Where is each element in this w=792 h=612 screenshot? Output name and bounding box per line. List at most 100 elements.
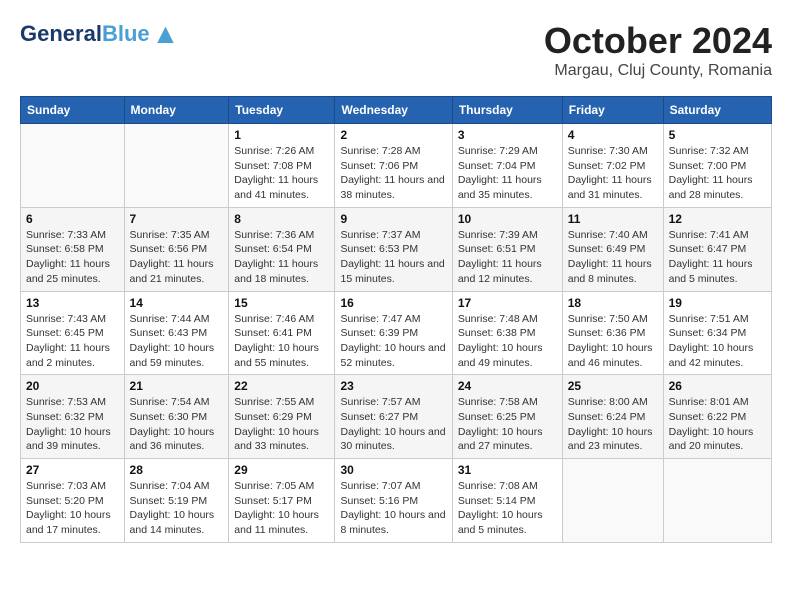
day-number: 26 — [669, 379, 766, 393]
calendar-cell: 17 Sunrise: 7:48 AMSunset: 6:38 PMDayligh… — [452, 291, 562, 375]
day-number: 20 — [26, 379, 119, 393]
logo-bird-icon: ▲ — [152, 20, 180, 48]
calendar-cell: 9Sunrise: 7:37 AMSunset: 6:53 PMDaylight… — [335, 207, 452, 291]
day-number: 16 — [340, 296, 446, 310]
calendar-cell: 15 Sunrise: 7:46 AMSunset: 6:41 PMDayligh… — [229, 291, 335, 375]
calendar-cell: 1Sunrise: 7:26 AMSunset: 7:08 PMDaylight… — [229, 124, 335, 208]
calendar-cell: 10 Sunrise: 7:39 AMSunset: 6:51 PMDayligh… — [452, 207, 562, 291]
calendar-cell: 13 Sunrise: 7:43 AMSunset: 6:45 PMDayligh… — [21, 291, 125, 375]
day-info: Sunrise: 7:28 AMSunset: 7:06 PMDaylight:… — [340, 144, 446, 203]
calendar-cell: 24Sunrise: 7:58 AMSunset: 6:25 PMDayligh… — [452, 375, 562, 459]
day-number: 11 — [568, 212, 658, 226]
day-info: Sunrise: 7:53 AMSunset: 6:32 PMDaylight:… — [26, 395, 119, 454]
calendar-cell: 8Sunrise: 7:36 AMSunset: 6:54 PMDaylight… — [229, 207, 335, 291]
calendar-cell: 20 Sunrise: 7:53 AMSunset: 6:32 PMDayligh… — [21, 375, 125, 459]
day-info: Sunrise: 7:55 AMSunset: 6:29 PMDaylight:… — [234, 395, 329, 454]
calendar-cell: 23 Sunrise: 7:57 AMSunset: 6:27 PMDayligh… — [335, 375, 452, 459]
day-info: Sunrise: 7:32 AMSunset: 7:00 PMDaylight:… — [669, 144, 766, 203]
day-info: Sunrise: 8:01 AMSunset: 6:22 PMDaylight:… — [669, 395, 766, 454]
calendar-title: October 2024 — [544, 20, 772, 62]
day-number: 30 — [340, 463, 446, 477]
day-number: 2 — [340, 128, 446, 142]
day-info: Sunrise: 7:07 AMSunset: 5:16 PMDaylight:… — [340, 479, 446, 538]
day-number: 3 — [458, 128, 557, 142]
weekday-header-friday: Friday — [562, 97, 663, 124]
day-number: 12 — [669, 212, 766, 226]
calendar-week-row: 20 Sunrise: 7:53 AMSunset: 6:32 PMDayligh… — [21, 375, 772, 459]
day-info: Sunrise: 7:39 AMSunset: 6:51 PMDaylight:… — [458, 228, 557, 287]
day-number: 25 — [568, 379, 658, 393]
day-number: 27 — [26, 463, 119, 477]
day-info: Sunrise: 7:47 AMSunset: 6:39 PMDaylight:… — [340, 312, 446, 371]
page-header: GeneralBlue ▲ October 2024 Margau, Cluj … — [20, 20, 772, 80]
day-number: 29 — [234, 463, 329, 477]
calendar-week-row: 27 Sunrise: 7:03 AMSunset: 5:20 PMDayligh… — [21, 459, 772, 543]
calendar-cell: 18 Sunrise: 7:50 AMSunset: 6:36 PMDayligh… — [562, 291, 663, 375]
calendar-cell: 19Sunrise: 7:51 AMSunset: 6:34 PMDayligh… — [663, 291, 771, 375]
calendar-cell: 11 Sunrise: 7:40 AMSunset: 6:49 PMDayligh… — [562, 207, 663, 291]
calendar-cell: 2 Sunrise: 7:28 AMSunset: 7:06 PMDaylight… — [335, 124, 452, 208]
day-info: Sunrise: 7:04 AMSunset: 5:19 PMDaylight:… — [130, 479, 224, 538]
day-info: Sunrise: 7:40 AMSunset: 6:49 PMDaylight:… — [568, 228, 658, 287]
weekday-header-thursday: Thursday — [452, 97, 562, 124]
calendar-subtitle: Margau, Cluj County, Romania — [544, 62, 772, 80]
calendar-cell — [663, 459, 771, 543]
calendar-cell: 30 Sunrise: 7:07 AMSunset: 5:16 PMDayligh… — [335, 459, 452, 543]
calendar-week-row: 6 Sunrise: 7:33 AMSunset: 6:58 PMDaylight… — [21, 207, 772, 291]
calendar-cell: 14Sunrise: 7:44 AMSunset: 6:43 PMDayligh… — [124, 291, 229, 375]
calendar-cell: 3 Sunrise: 7:29 AMSunset: 7:04 PMDaylight… — [452, 124, 562, 208]
weekday-header-monday: Monday — [124, 97, 229, 124]
calendar-cell: 25 Sunrise: 8:00 AMSunset: 6:24 PMDayligh… — [562, 375, 663, 459]
day-info: Sunrise: 7:54 AMSunset: 6:30 PMDaylight:… — [130, 395, 224, 454]
weekday-header-saturday: Saturday — [663, 97, 771, 124]
day-info: Sunrise: 7:33 AMSunset: 6:58 PMDaylight:… — [26, 228, 119, 287]
day-number: 23 — [340, 379, 446, 393]
calendar-cell: 21 Sunrise: 7:54 AMSunset: 6:30 PMDayligh… — [124, 375, 229, 459]
day-number: 22 — [234, 379, 329, 393]
calendar-cell: 5Sunrise: 7:32 AMSunset: 7:00 PMDaylight… — [663, 124, 771, 208]
day-info: Sunrise: 7:43 AMSunset: 6:45 PMDaylight:… — [26, 312, 119, 371]
calendar-cell: 7Sunrise: 7:35 AMSunset: 6:56 PMDaylight… — [124, 207, 229, 291]
calendar-cell: 16 Sunrise: 7:47 AMSunset: 6:39 PMDayligh… — [335, 291, 452, 375]
calendar-table: SundayMondayTuesdayWednesdayThursdayFrid… — [20, 96, 772, 543]
day-number: 7 — [130, 212, 224, 226]
day-info: Sunrise: 7:05 AMSunset: 5:17 PMDaylight:… — [234, 479, 329, 538]
day-info: Sunrise: 8:00 AMSunset: 6:24 PMDaylight:… — [568, 395, 658, 454]
day-info: Sunrise: 7:03 AMSunset: 5:20 PMDaylight:… — [26, 479, 119, 538]
day-info: Sunrise: 7:58 AMSunset: 6:25 PMDaylight:… — [458, 395, 557, 454]
calendar-week-row: 1Sunrise: 7:26 AMSunset: 7:08 PMDaylight… — [21, 124, 772, 208]
day-number: 4 — [568, 128, 658, 142]
day-number: 14 — [130, 296, 224, 310]
day-number: 10 — [458, 212, 557, 226]
calendar-cell: 22 Sunrise: 7:55 AMSunset: 6:29 PMDayligh… — [229, 375, 335, 459]
calendar-cell: 29 Sunrise: 7:05 AMSunset: 5:17 PMDayligh… — [229, 459, 335, 543]
calendar-cell: 26 Sunrise: 8:01 AMSunset: 6:22 PMDayligh… — [663, 375, 771, 459]
weekday-header-tuesday: Tuesday — [229, 97, 335, 124]
day-info: Sunrise: 7:30 AMSunset: 7:02 PMDaylight:… — [568, 144, 658, 203]
day-number: 13 — [26, 296, 119, 310]
day-number: 17 — [458, 296, 557, 310]
calendar-cell: 27 Sunrise: 7:03 AMSunset: 5:20 PMDayligh… — [21, 459, 125, 543]
calendar-cell: 4 Sunrise: 7:30 AMSunset: 7:02 PMDaylight… — [562, 124, 663, 208]
day-info: Sunrise: 7:46 AMSunset: 6:41 PMDaylight:… — [234, 312, 329, 371]
calendar-cell: 12 Sunrise: 7:41 AMSunset: 6:47 PMDayligh… — [663, 207, 771, 291]
title-block: October 2024 Margau, Cluj County, Romani… — [544, 20, 772, 80]
day-info: Sunrise: 7:29 AMSunset: 7:04 PMDaylight:… — [458, 144, 557, 203]
calendar-cell: 6 Sunrise: 7:33 AMSunset: 6:58 PMDaylight… — [21, 207, 125, 291]
day-number: 15 — [234, 296, 329, 310]
day-number: 19 — [669, 296, 766, 310]
day-number: 28 — [130, 463, 224, 477]
day-info: Sunrise: 7:41 AMSunset: 6:47 PMDaylight:… — [669, 228, 766, 287]
weekday-header-row: SundayMondayTuesdayWednesdayThursdayFrid… — [21, 97, 772, 124]
day-number: 21 — [130, 379, 224, 393]
day-info: Sunrise: 7:50 AMSunset: 6:36 PMDaylight:… — [568, 312, 658, 371]
calendar-cell: 28 Sunrise: 7:04 AMSunset: 5:19 PMDayligh… — [124, 459, 229, 543]
day-number: 6 — [26, 212, 119, 226]
logo-text: GeneralBlue — [20, 22, 150, 46]
calendar-cell — [124, 124, 229, 208]
calendar-cell — [21, 124, 125, 208]
weekday-header-wednesday: Wednesday — [335, 97, 452, 124]
day-info: Sunrise: 7:57 AMSunset: 6:27 PMDaylight:… — [340, 395, 446, 454]
day-number: 18 — [568, 296, 658, 310]
day-info: Sunrise: 7:48 AMSunset: 6:38 PMDaylight:… — [458, 312, 557, 371]
